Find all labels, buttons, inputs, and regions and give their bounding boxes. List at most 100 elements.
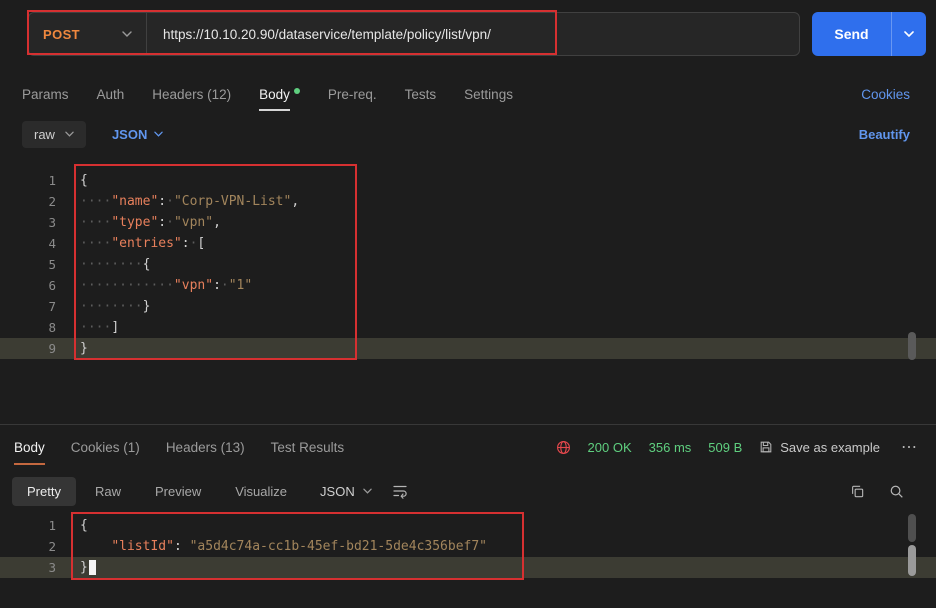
response-tab-test-results[interactable]: Test Results <box>271 440 345 455</box>
response-size[interactable]: 509 B <box>708 440 742 455</box>
code-line[interactable]: 5········{ <box>0 254 936 275</box>
code-text: "listId": "a5d4c74a-cc1b-45ef-bd21-5de4c… <box>56 536 487 557</box>
line-number: 3 <box>0 557 56 578</box>
code-token: : <box>158 215 166 230</box>
text-cursor <box>89 560 96 575</box>
request-body-editor[interactable]: 1{2····"name":·"Corp-VPN-List",3····"typ… <box>0 162 936 420</box>
response-time[interactable]: 356 ms <box>649 440 692 455</box>
code-token: [ <box>197 236 205 251</box>
code-line[interactable]: 2 "listId": "a5d4c74a-cc1b-45ef-bd21-5de… <box>0 536 936 557</box>
unsaved-changes-dot <box>294 88 300 94</box>
send-split-button: Send <box>812 12 926 56</box>
tab-body[interactable]: Body <box>259 87 300 102</box>
code-line[interactable]: 4····"entries":·[ <box>0 233 936 254</box>
save-as-example-button[interactable]: Save as example <box>759 440 880 455</box>
send-button[interactable]: Send <box>812 12 892 56</box>
tab-settings[interactable]: Settings <box>464 87 513 102</box>
code-text: ····"type":·"vpn", <box>56 212 221 233</box>
chevron-down-icon <box>363 488 372 494</box>
code-text: ····] <box>56 317 119 338</box>
response-tab-body[interactable]: Body <box>14 440 45 455</box>
save-icon <box>759 440 773 454</box>
url-input[interactable]: https://10.10.20.90/dataservice/template… <box>147 13 799 55</box>
tab-params[interactable]: Params <box>22 87 69 102</box>
more-actions-button[interactable]: ⋯ <box>897 437 922 457</box>
view-pretty[interactable]: Pretty <box>12 477 76 506</box>
tab-auth[interactable]: Auth <box>97 87 125 102</box>
request-tabs: Params Auth Headers (12) Body Pre-req. T… <box>22 80 910 108</box>
body-format-dropdown[interactable]: JSON <box>112 127 163 142</box>
response-format-label: JSON <box>320 484 355 499</box>
line-number: 4 <box>0 233 56 254</box>
method-label: POST <box>43 27 80 42</box>
code-line[interactable]: 6············"vpn":·"1" <box>0 275 936 296</box>
code-token: } <box>80 560 88 575</box>
code-token: : <box>158 194 166 209</box>
code-line[interactable]: 9} <box>0 338 936 359</box>
tab-body-label: Body <box>259 87 290 102</box>
code-text: ········{ <box>56 254 150 275</box>
code-text: ········} <box>56 296 150 317</box>
line-number: 1 <box>0 515 56 536</box>
copy-icon[interactable] <box>850 484 865 499</box>
code-text: ············"vpn":·"1" <box>56 275 252 296</box>
response-format-dropdown[interactable]: JSON <box>320 484 372 499</box>
code-line[interactable]: 2····"name":·"Corp-VPN-List", <box>0 191 936 212</box>
code-line[interactable]: 3} <box>0 557 936 578</box>
code-token: ···· <box>80 236 111 251</box>
body-type-dropdown[interactable]: raw <box>22 121 86 148</box>
beautify-link[interactable]: Beautify <box>859 127 910 142</box>
code-line[interactable]: 7········} <box>0 296 936 317</box>
code-token: } <box>80 341 88 356</box>
code-line[interactable]: 3····"type":·"vpn", <box>0 212 936 233</box>
line-number: 3 <box>0 212 56 233</box>
view-preview[interactable]: Preview <box>140 477 216 506</box>
line-number: 2 <box>0 536 56 557</box>
code-token: · <box>166 194 174 209</box>
code-token: : <box>213 278 221 293</box>
code-line[interactable]: 1{ <box>0 515 936 536</box>
code-text: { <box>56 515 88 536</box>
code-line[interactable]: 1{ <box>0 170 936 191</box>
code-token: "vpn" <box>174 278 213 293</box>
tab-pre-request[interactable]: Pre-req. <box>328 87 377 102</box>
search-icon[interactable] <box>889 484 904 499</box>
request-editor-scrollbar[interactable] <box>908 332 916 360</box>
code-token: , <box>291 194 299 209</box>
chevron-down-icon <box>904 31 914 37</box>
method-dropdown[interactable]: POST <box>29 13 147 55</box>
save-as-example-label: Save as example <box>780 440 880 455</box>
response-scrollbar-thumb[interactable] <box>908 514 916 542</box>
tab-headers[interactable]: Headers (12) <box>152 87 231 102</box>
view-visualize[interactable]: Visualize <box>220 477 302 506</box>
line-number: 9 <box>0 338 56 359</box>
chevron-down-icon <box>122 31 132 37</box>
code-token: ············ <box>80 278 174 293</box>
code-text: ····"name":·"Corp-VPN-List", <box>56 191 299 212</box>
code-token: { <box>143 257 151 272</box>
code-token: "Corp-VPN-List" <box>174 194 291 209</box>
view-raw[interactable]: Raw <box>80 477 136 506</box>
response-body-viewer[interactable]: 1{2 "listId": "a5d4c74a-cc1b-45ef-bd21-5… <box>0 513 936 578</box>
cookies-link[interactable]: Cookies <box>861 87 910 102</box>
body-type-label: raw <box>34 127 55 142</box>
ssl-warning-globe-icon[interactable] <box>556 440 571 455</box>
code-line[interactable]: 8····] <box>0 317 936 338</box>
response-tab-headers[interactable]: Headers (13) <box>166 440 245 455</box>
response-section: Body Cookies (1) Headers (13) Test Resul… <box>0 424 936 608</box>
response-status[interactable]: 200 OK <box>588 440 632 455</box>
line-number: 5 <box>0 254 56 275</box>
response-tools-right <box>850 484 924 499</box>
line-number: 7 <box>0 296 56 317</box>
response-tab-cookies[interactable]: Cookies (1) <box>71 440 140 455</box>
response-scrollbar-thumb[interactable] <box>908 545 916 576</box>
code-text: } <box>56 338 88 359</box>
code-token: } <box>143 299 151 314</box>
code-token: ···· <box>80 194 111 209</box>
send-options-button[interactable] <box>892 12 926 56</box>
code-token: { <box>80 173 88 188</box>
wrap-lines-button[interactable] <box>392 483 408 499</box>
chevron-down-icon <box>154 131 163 137</box>
tab-tests[interactable]: Tests <box>405 87 437 102</box>
response-tabs: Body Cookies (1) Headers (13) Test Resul… <box>0 425 936 469</box>
